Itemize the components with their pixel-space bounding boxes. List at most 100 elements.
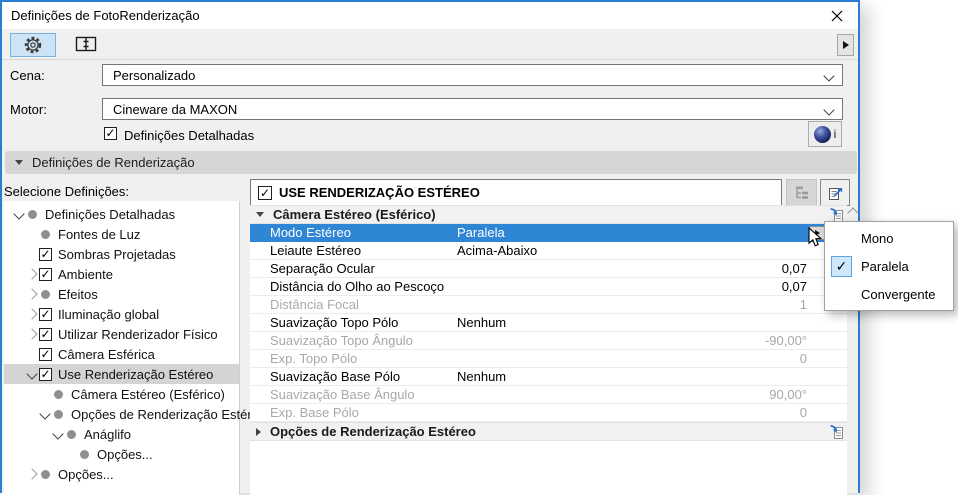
menu-item[interactable]: ✓ Paralela xyxy=(825,252,953,280)
use-stereo-checkbox[interactable]: ✓ xyxy=(258,185,272,200)
tree-item[interactable]: Efeitos xyxy=(4,284,239,304)
titlebar: Definições de FotoRenderização xyxy=(2,2,858,29)
tree-item-label: Sombras Projetadas xyxy=(58,246,176,262)
settings-row[interactable]: Distância do Olho ao Pescoço 0,07 xyxy=(250,278,847,296)
dot-icon xyxy=(41,229,50,239)
tree-expand-slot xyxy=(25,308,38,320)
settings-row[interactable]: Leiaute Estéreo Acima-Abaixo xyxy=(250,242,847,260)
engine-select[interactable]: Cineware da MAXON xyxy=(102,98,843,120)
detailed-settings-checkbox[interactable]: ✓ xyxy=(104,127,117,140)
tree-item[interactable]: Fontes de Luz xyxy=(4,224,239,244)
tree-item[interactable]: Câmera Estéreo (Esférico) xyxy=(4,384,239,404)
chevron-right-icon[interactable] xyxy=(25,308,38,320)
tree-item[interactable]: ✓ Sombras Projetadas xyxy=(4,244,239,264)
tree-expand-slot xyxy=(51,428,64,440)
settings-row[interactable]: Suavização Topo Pólo Nenhum xyxy=(250,314,847,332)
setting-value[interactable]: Nenhum xyxy=(457,315,506,330)
settings-table: Câmera Estéreo (Esférico) Modo Estéreo Pa… xyxy=(250,205,847,441)
checkbox[interactable]: ✓ xyxy=(39,267,52,281)
setting-value[interactable]: 90,00° xyxy=(769,387,807,402)
gear-icon xyxy=(24,36,42,54)
tree-item[interactable]: Opções de Renderização Estéreo xyxy=(4,404,266,424)
settings-row[interactable]: Separação Ocular 0,07 xyxy=(250,260,847,278)
tree-expand-slot xyxy=(12,208,25,220)
setting-label: Suavização Base Pólo xyxy=(270,369,401,384)
checkbox[interactable]: ✓ xyxy=(39,247,52,261)
setting-label: Exp. Base Pólo xyxy=(270,405,359,420)
settings-row[interactable]: Suavização Topo Ângulo -90,00° xyxy=(250,332,847,350)
menu-item[interactable]: Convergente xyxy=(825,280,953,308)
menu-item[interactable]: Mono xyxy=(825,224,953,252)
chevron-down-icon[interactable] xyxy=(25,368,38,380)
select-settings-label: Selecione Definições: xyxy=(4,184,130,199)
settings-row[interactable]: Distância Focal 1 xyxy=(250,296,847,314)
setting-value[interactable]: 0 xyxy=(800,351,807,366)
checkbox[interactable]: ✓ xyxy=(39,347,52,361)
dot-icon xyxy=(28,209,37,219)
menu-item-label: Convergente xyxy=(861,286,936,302)
arrow-right-icon xyxy=(842,41,849,49)
chevron-right-icon[interactable] xyxy=(25,288,38,300)
checkbox[interactable]: ✓ xyxy=(39,327,52,341)
setting-value[interactable]: -90,00° xyxy=(765,333,807,348)
toolbar-overflow-button[interactable] xyxy=(837,34,854,56)
setting-value[interactable]: 0 xyxy=(800,405,807,420)
dot-icon xyxy=(80,449,89,459)
checkbox[interactable]: ✓ xyxy=(39,307,52,321)
settings-row[interactable]: Exp. Base Pólo 0 xyxy=(250,404,847,422)
use-stereo-header[interactable]: ✓ USE RENDERIZAÇÃO ESTÉREO xyxy=(250,179,782,206)
settings-row[interactable]: Suavização Base Ângulo 90,00° xyxy=(250,386,847,404)
chevron-down-icon[interactable] xyxy=(51,428,64,440)
expand-panel-button[interactable] xyxy=(820,179,850,206)
settings-row[interactable]: Suavização Base Pólo Nenhum xyxy=(250,368,847,386)
dot-icon xyxy=(41,289,50,299)
scroll-up-icon[interactable] xyxy=(847,207,859,219)
import-settings-icon[interactable] xyxy=(829,424,845,440)
tree-item[interactable]: Opções... xyxy=(4,444,239,464)
tree-item[interactable]: ✓ Utilizar Renderizador Físico xyxy=(4,324,239,344)
tree-icon-slot xyxy=(38,469,53,479)
tree-icon-slot xyxy=(64,429,79,439)
checkbox[interactable]: ✓ xyxy=(39,367,52,381)
setting-value[interactable]: 0,07 xyxy=(782,279,807,294)
tab-layout[interactable] xyxy=(64,33,108,55)
setting-label: Separação Ocular xyxy=(270,261,375,276)
settings-row[interactable]: Exp. Topo Pólo 0 xyxy=(250,350,847,368)
tree-expand-slot xyxy=(25,368,38,380)
tree-item[interactable]: Opções... xyxy=(4,464,239,484)
chevron-down-icon[interactable] xyxy=(12,208,25,220)
chevron-right-icon[interactable] xyxy=(25,328,38,340)
tree-item[interactable]: Anáglifo xyxy=(4,424,239,444)
export-settings-icon xyxy=(829,187,843,200)
setting-value[interactable]: Nenhum xyxy=(457,369,506,384)
setting-value[interactable]: 1 xyxy=(800,297,807,312)
section-rendering-settings[interactable]: Definições de Renderização xyxy=(5,151,857,174)
tab-settings[interactable] xyxy=(10,33,56,57)
chevron-right-icon[interactable] xyxy=(25,268,38,280)
chevron-down-icon[interactable] xyxy=(38,408,51,420)
chevron-right-icon[interactable] xyxy=(256,427,261,436)
setting-value[interactable]: 0,07 xyxy=(782,261,807,276)
tree-item-label: Iluminação global xyxy=(58,306,160,322)
tree-icon-slot: ✓ xyxy=(38,327,53,341)
chevron-right-icon[interactable] xyxy=(25,468,38,480)
tree-item[interactable]: ✓ Use Renderização Estéreo xyxy=(4,364,239,384)
cinema4d-info-button[interactable]: i xyxy=(808,121,842,147)
tree-expand-slot xyxy=(25,328,38,340)
settings-group-header[interactable]: Câmera Estéreo (Esférico) xyxy=(250,205,847,224)
tree-item-label: Utilizar Renderizador Físico xyxy=(58,326,218,342)
tree-item[interactable]: ✓ Ambiente xyxy=(4,264,239,284)
close-button[interactable] xyxy=(829,8,845,24)
scene-label: Cena: xyxy=(10,68,45,83)
tree-item[interactable]: ✓ Câmera Esférica xyxy=(4,344,239,364)
settings-group-header[interactable]: Opções de Renderização Estéreo xyxy=(250,422,847,441)
scene-select[interactable]: Personalizado xyxy=(102,64,843,86)
tree-icon-slot: ✓ xyxy=(38,307,53,321)
chevron-down-icon[interactable] xyxy=(256,212,264,217)
settings-row[interactable]: Modo Estéreo Paralela xyxy=(250,224,847,242)
setting-label: Distância do Olho ao Pescoço xyxy=(270,279,445,294)
setting-value[interactable]: Paralela xyxy=(457,225,505,240)
tree-item[interactable]: Definições Detalhadas xyxy=(4,204,239,224)
setting-value[interactable]: Acima-Abaixo xyxy=(457,243,537,258)
tree-item[interactable]: ✓ Iluminação global xyxy=(4,304,239,324)
